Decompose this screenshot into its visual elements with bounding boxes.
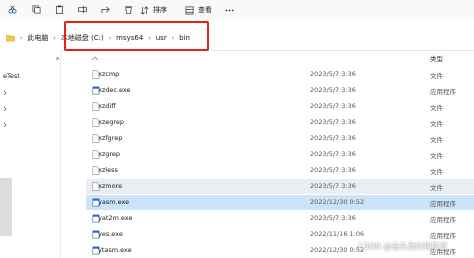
- chevron-right-icon[interactable]: [3, 122, 7, 128]
- file-type: 文件: [430, 120, 443, 128]
- file-type: 文件: [430, 72, 443, 80]
- paste-icon[interactable]: [55, 5, 64, 14]
- file-type: 应用程序: [430, 216, 456, 224]
- list-item[interactable]: yat2m.exe 2023/5/7 3:36 应用程序: [86, 211, 474, 226]
- list-item[interactable]: xzless 2023/5/7 3:36 文件: [86, 163, 474, 178]
- sidebar-selected-item[interactable]: [0, 178, 12, 236]
- file-name: xzless: [98, 166, 118, 174]
- folder-icon: [6, 35, 15, 42]
- more-options-icon[interactable]: [225, 6, 234, 15]
- watermark-text: CSDN @会头发的程序员: [358, 242, 448, 251]
- file-date: 2023/5/7 3:36: [310, 70, 356, 78]
- cut-icon[interactable]: [8, 5, 17, 14]
- view-icon: [185, 6, 194, 14]
- list-item-selected[interactable]: yasm.exe 2022/12/30 0:52 应用程序: [86, 195, 474, 210]
- file-name: xzdiff: [98, 102, 116, 110]
- collapse-chevron-icon[interactable]: [91, 56, 99, 61]
- list-item[interactable]: xzfgrep 2023/5/7 3:36 文件: [86, 131, 474, 146]
- file-name: xzgrep: [98, 150, 121, 158]
- file-type: 应用程序: [430, 200, 456, 208]
- file-date: 2023/5/7 3:36: [310, 102, 356, 110]
- list-item[interactable]: xzgrep 2023/5/7 3:36 文件: [86, 147, 474, 162]
- chevron-right-icon: ›: [20, 34, 23, 42]
- chevron-right-icon: ›: [53, 34, 56, 42]
- chevron-right-icon[interactable]: [3, 90, 7, 96]
- file-date: 2023/5/7 3:36: [310, 118, 356, 126]
- list-item[interactable]: xzegrep 2023/5/7 3:36 文件: [86, 115, 474, 130]
- file-date: 2023/5/7 3:36: [310, 182, 356, 190]
- file-date: 2023/5/7 3:36: [310, 214, 356, 222]
- breadcrumb-this-pc[interactable]: 此电脑: [27, 33, 48, 43]
- file-date: 2022/12/30 0:52: [310, 198, 365, 206]
- list-item[interactable]: xzdiff 2023/5/7 3:36 文件: [86, 99, 474, 114]
- file-name: xzmore: [98, 182, 123, 190]
- view-button[interactable]: 查看: [185, 4, 212, 16]
- path-highlight-annotation: [64, 21, 209, 51]
- file-date: 2022/11/16 1:06: [310, 230, 365, 238]
- pin-icon: [55, 56, 60, 61]
- file-name: xzfgrep: [98, 134, 123, 142]
- file-name: xzegrep: [98, 118, 125, 126]
- file-date: 2023/5/7 3:36: [310, 134, 356, 142]
- list-item[interactable]: yes.exe 2022/11/16 1:06 应用程序: [86, 227, 474, 242]
- file-date: 2023/5/7 3:36: [310, 150, 356, 158]
- file-type: 文件: [430, 136, 443, 144]
- file-type: 文件: [430, 104, 443, 112]
- file-date: 2023/5/7 3:36: [310, 166, 356, 174]
- copy-icon[interactable]: [32, 5, 41, 14]
- column-header-type[interactable]: 类型: [430, 53, 443, 63]
- file-name: ytasm.exe: [98, 246, 132, 254]
- command-toolbar: 排序 查看: [0, 0, 474, 20]
- share-icon[interactable]: [101, 5, 110, 14]
- sort-label: 排序: [153, 6, 167, 14]
- rename-icon[interactable]: [78, 5, 87, 14]
- list-item[interactable]: xzcmp 2023/5/7 3:36 文件: [86, 67, 474, 82]
- file-name: yes.exe: [98, 230, 123, 238]
- file-name: yasm.exe: [98, 198, 130, 206]
- view-label: 查看: [198, 6, 212, 14]
- file-name: xzcmp: [98, 70, 120, 78]
- file-type: 文件: [430, 184, 443, 192]
- file-type: 文件: [430, 152, 443, 160]
- file-type: 应用程序: [430, 88, 456, 96]
- file-type: 应用程序: [430, 232, 456, 240]
- navigation-pane: eTest: [0, 50, 61, 258]
- sort-icon: [140, 5, 149, 15]
- sidebar-item-etest[interactable]: eTest: [3, 72, 20, 80]
- list-item[interactable]: xzdec.exe 2023/5/7 3:36 应用程序: [86, 83, 474, 98]
- file-type: 文件: [430, 168, 443, 176]
- file-date: 2022/12/30 0:52: [310, 246, 365, 254]
- file-date: 2023/5/7 3:36: [310, 86, 356, 94]
- chevron-right-icon[interactable]: [3, 106, 7, 112]
- delete-icon[interactable]: [124, 5, 133, 14]
- sort-button[interactable]: 排序: [140, 4, 167, 16]
- list-item-hovered[interactable]: xzmore 2023/5/7 3:36 文件: [86, 179, 474, 194]
- file-name: yat2m.exe: [98, 214, 133, 222]
- file-name: xzdec.exe: [98, 86, 131, 94]
